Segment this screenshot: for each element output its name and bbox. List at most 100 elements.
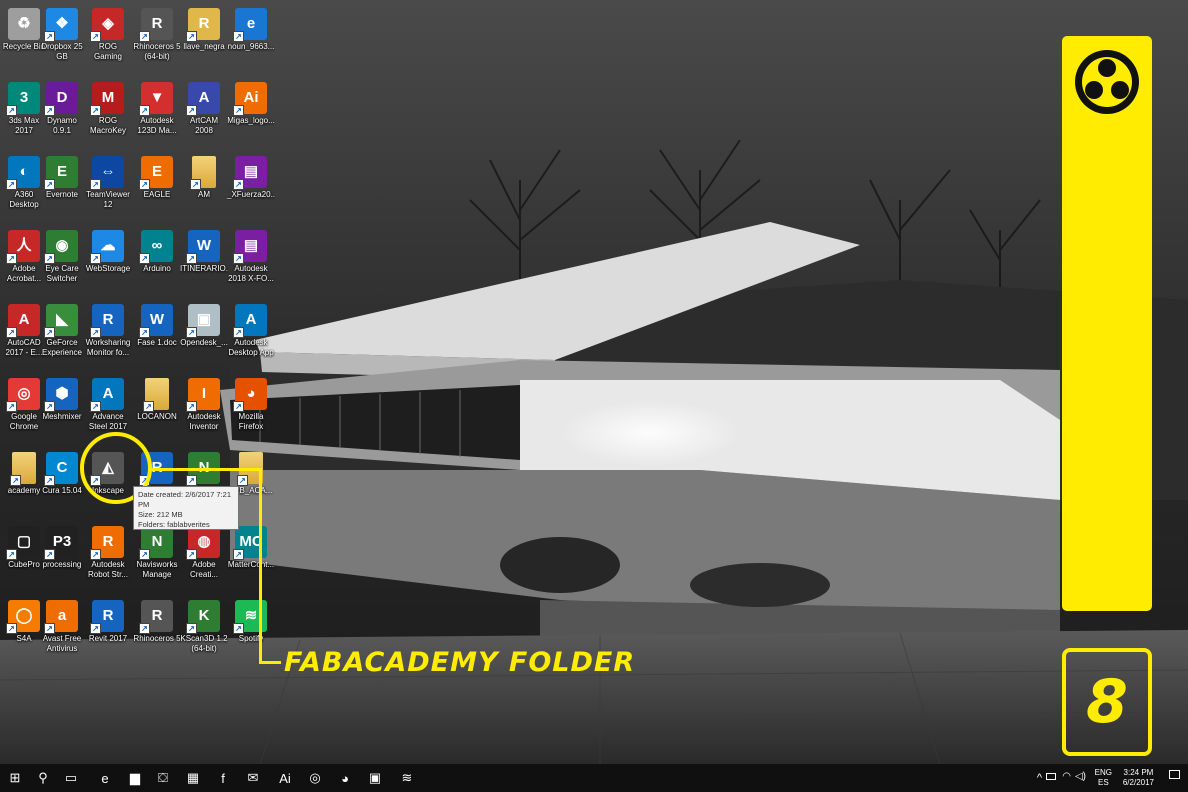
gift-icon[interactable]: ▦ (182, 767, 204, 789)
desktop-icon-locanon[interactable]: ↗ LOCANON (133, 374, 181, 448)
shortcut-arrow-icon: ↗ (186, 31, 197, 42)
desktop-icon-rog-macrokey[interactable]: M ↗ ROG MacroKey (84, 78, 132, 152)
word-icon: W ↗ (186, 230, 220, 264)
desktop-icon-dynamo-0-9-1[interactable]: D ↗ Dynamo 0.9.1 (38, 78, 86, 152)
shortcut-arrow-icon: ↗ (90, 253, 101, 264)
task-view-icon[interactable]: ▭ (60, 767, 82, 789)
arduino-icon: ∞ ↗ (139, 230, 173, 264)
autocad-icon: A ↗ (6, 304, 40, 338)
desktop-icon-rhinoceros-5-64-bit[interactable]: R ↗ Rhinoceros 5 (64-bit) (133, 4, 181, 78)
mail-icon[interactable]: ✉ (242, 767, 264, 789)
wifi-icon[interactable]: ◠ (1062, 771, 1071, 782)
desktop-icon-label: ITINERARIO... (180, 264, 228, 273)
file-shortcut-icon: R ↗ (186, 8, 220, 42)
desktop-icon-label: Autodesk 123D Ma... (137, 116, 177, 135)
windows-start-icon[interactable]: ⊞ (4, 767, 26, 789)
desktop-icon-am[interactable]: ↗ AM (180, 152, 228, 226)
desktop-icon-label: Migas_logo... (227, 116, 275, 125)
desktop-icon-evernote[interactable]: E ↗ Evernote (38, 152, 86, 226)
notification-icon[interactable] (1169, 770, 1180, 779)
callout-label: FABACADEMY FOLDER (284, 647, 636, 678)
illustrator-icon[interactable]: Ai (274, 767, 296, 789)
desktop-icon-autodesk-123d-ma[interactable]: ▼ ↗ Autodesk 123D Ma... (133, 78, 181, 152)
volume-icon[interactable]: ◁) (1075, 771, 1086, 782)
desktop-icon-autodesk-desktop-app[interactable]: A ↗ Autodesk Desktop App (227, 300, 275, 374)
revit-icon: R ↗ (90, 600, 124, 634)
shortcut-arrow-icon: ↗ (6, 327, 17, 338)
revit-icon: R ↗ (90, 304, 124, 338)
desktop-icon-label: ROG Gaming Center (93, 42, 122, 61)
eyecare-icon: ◉ ↗ (44, 230, 78, 264)
shortcut-arrow-icon: ↗ (44, 623, 55, 634)
desktop-icon-migas-logo[interactable]: Ai ↗ Migas_logo... (227, 78, 275, 152)
file-explorer-icon[interactable]: ▆ (124, 767, 146, 789)
flash-icon[interactable]: f (212, 767, 234, 789)
desktop-icon-webstorage[interactable]: ☁ ↗ WebStorage (84, 226, 132, 300)
firefox-icon: ◕ ↗ (233, 378, 267, 412)
spotify-icon[interactable]: ≋ (396, 767, 418, 789)
desktop-icon-opendesk[interactable]: ▣ ↗ Opendesk_... (180, 300, 228, 374)
desktop-icon-geforce-experience[interactable]: ◣ ↗ GeForce Experience (38, 300, 86, 374)
desktop-icon-label: Autodesk Robot Str... (87, 560, 129, 579)
desktop-icon-llave-negra[interactable]: R ↗ llave_negra (180, 4, 228, 78)
shortcut-arrow-icon: ↗ (90, 179, 101, 190)
desktop-icon-rog-gaming-center[interactable]: ◈↗ROG Gaming Center (84, 4, 132, 78)
desktop-icon-itinerario[interactable]: W ↗ ITINERARIO... (180, 226, 228, 300)
store-icon[interactable]: ⛋ (152, 767, 174, 789)
shortcut-arrow-icon: ↗ (44, 31, 55, 42)
winrar-icon: ▤ ↗ (233, 156, 267, 190)
autodesk-app-icon: A ↗ (233, 304, 267, 338)
shortcut-arrow-icon: ↗ (139, 31, 150, 42)
desktop-icon-teamviewer-12[interactable]: ⇔ ↗ TeamViewer 12 (84, 152, 132, 226)
rog-macrokey-icon: M ↗ (90, 82, 124, 116)
desktop-icon-artcam-2008[interactable]: A ↗ ArtCAM 2008 (180, 78, 228, 152)
desktop-icon-autodesk-robot-str[interactable]: R ↗ Autodesk Robot Str... (84, 522, 132, 596)
desktop-icon-cura-15-04[interactable]: C ↗ Cura 15.04 (38, 448, 86, 522)
desktop-icon-mozilla-firefox[interactable]: ◕ ↗ Mozilla Firefox (227, 374, 275, 448)
clock-time: 3:24 PM (1123, 768, 1154, 777)
battery-icon[interactable] (1046, 773, 1056, 780)
desktop-icon-avast-free-antivirus[interactable]: a ↗ Avast Free Antivirus (38, 596, 86, 670)
desktop-icon-label: noun_9663... (227, 42, 275, 51)
edge-icon[interactable]: e (94, 767, 116, 789)
chrome-icon[interactable]: ◎ (304, 767, 326, 789)
dropbox-icon: ❖ ↗ (44, 8, 78, 42)
shortcut-arrow-icon: ↗ (44, 401, 55, 412)
desktop-icon-fase-1-doc[interactable]: W ↗ Fase 1.doc (133, 300, 181, 374)
desktop-icon-label: Dropbox 25 GB (41, 42, 83, 61)
desktop-icon-label: Autodesk Inventor 2017 (187, 412, 221, 431)
callout-line (150, 468, 262, 664)
desktop-icon-xfuerza20[interactable]: ▤ ↗ _XFuerza20... (227, 152, 275, 226)
cura-icon: C ↗ (44, 452, 78, 486)
desktop-icon-label: ROG MacroKey (89, 116, 126, 135)
avast-icon: a ↗ (44, 600, 78, 634)
tray-chevron-icon[interactable]: ^ (1037, 772, 1042, 784)
app-icon[interactable]: ▣ (364, 767, 386, 789)
desktop-icon-meshmixer[interactable]: ⬢ ↗ Meshmixer (38, 374, 86, 448)
language-bottom: ES (1097, 778, 1109, 787)
desktop-icon-autodesk-inventor-2017[interactable]: I↗Autodesk Inventor 2017 (180, 374, 228, 448)
shortcut-arrow-icon: ↗ (10, 475, 21, 486)
desktop-icon-worksharing-monitor-fo[interactable]: R ↗ Worksharing Monitor fo... (84, 300, 132, 374)
desktop-icon-label: Opendesk_... (180, 338, 228, 347)
clock[interactable]: 3:24 PM 6/2/2017 (1123, 768, 1154, 788)
desktop-icon-label: GeForce Experience (41, 338, 83, 357)
desktop-icon-eye-care-switcher[interactable]: ◉ ↗ Eye Care Switcher (38, 226, 86, 300)
desktop-icon-arduino[interactable]: ∞ ↗ Arduino (133, 226, 181, 300)
desktop-icon-eagle[interactable]: E ↗ EAGLE (133, 152, 181, 226)
desktop-icon-processing[interactable]: P3 ↗ processing (38, 522, 86, 596)
shortcut-arrow-icon: ↗ (139, 253, 150, 264)
shortcut-arrow-icon: ↗ (90, 623, 101, 634)
desktop-icon-revit-2017[interactable]: R ↗ Revit 2017 (84, 596, 132, 670)
desktop-icon-dropbox-25-gb[interactable]: ❖ ↗ Dropbox 25 GB (38, 4, 86, 78)
advance-steel-icon: A ↗ (90, 378, 124, 412)
search-icon[interactable]: ⚲ (32, 767, 54, 789)
shortcut-arrow-icon: ↗ (44, 549, 55, 560)
language-indicator[interactable]: ENG ES (1095, 768, 1112, 788)
desktop-icon-autodesk-2018-x-fo[interactable]: ▤ ↗ Autodesk 2018 X-FO... (227, 226, 275, 300)
desktop-icon-noun-9663[interactable]: e ↗ noun_9663... (227, 4, 275, 78)
firefox-icon[interactable]: ◕ (334, 767, 356, 789)
rhinoceros-icon: R ↗ (139, 8, 173, 42)
folder-icon: ↗ (190, 156, 216, 190)
desktop-icon-label: Arduino (143, 264, 171, 273)
